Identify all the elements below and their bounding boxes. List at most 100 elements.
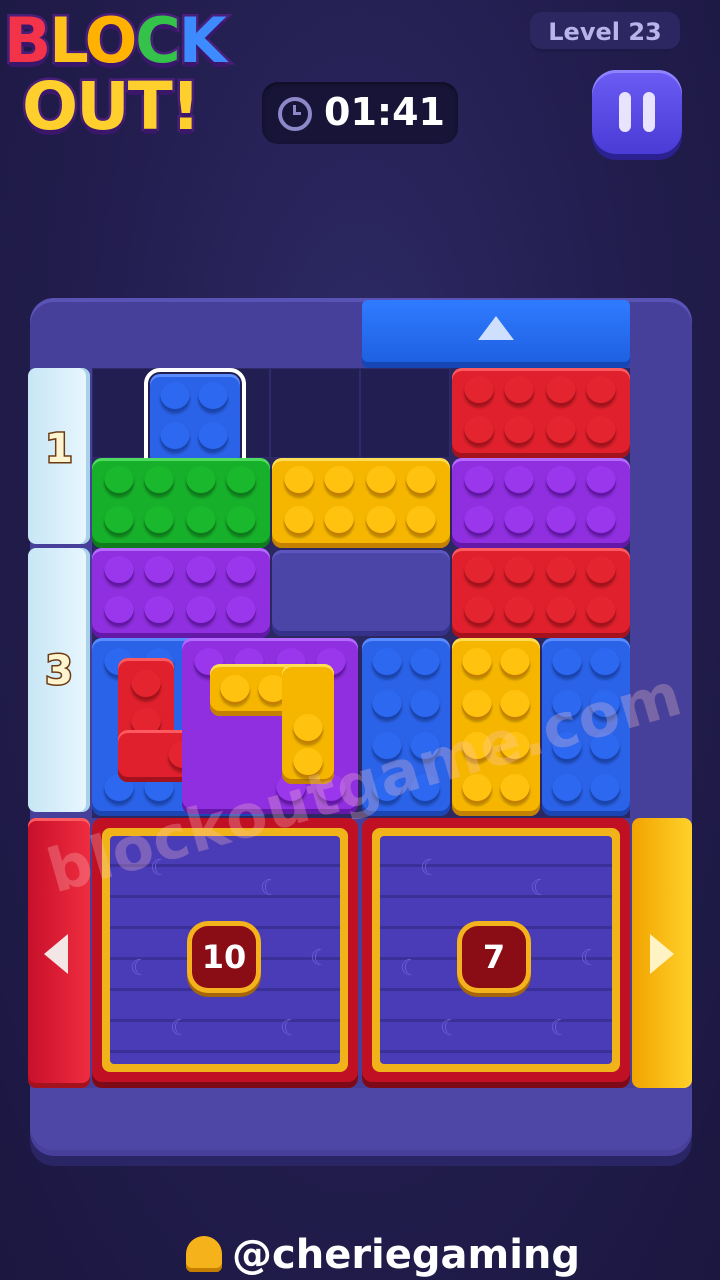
- moon-icon: ☾: [310, 946, 330, 971]
- lego-stud: [131, 670, 161, 700]
- up-arrow-icon: [478, 316, 514, 340]
- lego-stud: [546, 416, 576, 446]
- pause-icon: [619, 92, 631, 132]
- lego-stud: [366, 506, 396, 536]
- countdown-timer: 01:41: [262, 82, 458, 144]
- lego-stud: [284, 466, 314, 496]
- locked-crate[interactable]: ☾ ☾ ☾ ☾ ☾ ☾ 7: [362, 818, 630, 1088]
- lego-stud: [590, 648, 620, 678]
- lego-stud: [104, 556, 134, 586]
- blue-block-1x1[interactable]: [144, 368, 246, 476]
- lego-stud: [406, 506, 436, 536]
- lego-stud: [293, 714, 323, 744]
- lego-stud: [546, 376, 576, 406]
- crate-counter: 7: [462, 926, 526, 988]
- pause-icon-bar: [643, 92, 655, 132]
- lego-stud: [324, 466, 354, 496]
- red-block-2x1[interactable]: [452, 368, 630, 458]
- timer-value: 01:41: [324, 90, 445, 134]
- gate-counter: 1: [44, 425, 75, 474]
- lego-stud: [546, 466, 576, 496]
- right-exit-gate-yellow: [632, 818, 692, 1088]
- red-block-2x1[interactable]: [452, 548, 630, 638]
- moon-icon: ☾: [580, 946, 600, 971]
- lego-stud: [104, 596, 134, 626]
- lego-stud: [186, 556, 216, 586]
- moon-icon: ☾: [420, 856, 440, 881]
- pause-button[interactable]: [592, 70, 682, 154]
- lego-stud: [198, 422, 228, 452]
- lego-stud: [366, 466, 396, 496]
- lego-stud: [372, 648, 402, 678]
- lego-stud: [226, 506, 256, 536]
- level-indicator: Level 23: [530, 12, 680, 52]
- lego-stud: [590, 774, 620, 804]
- lego-stud: [586, 506, 616, 536]
- left-arrow-icon: [44, 934, 68, 974]
- lego-stud: [220, 675, 250, 705]
- lego-stud: [226, 556, 256, 586]
- moon-icon: ☾: [170, 1016, 190, 1041]
- lego-stud: [464, 466, 494, 496]
- clock-icon: [278, 97, 312, 131]
- lego-stud: [410, 690, 440, 720]
- lego-stud: [372, 690, 402, 720]
- empty-cell: [360, 368, 450, 458]
- lego-stud: [546, 506, 576, 536]
- green-block-2x1[interactable]: [92, 458, 270, 548]
- logo-line-1: BLOCK: [1, 2, 229, 80]
- lego-stud: [546, 556, 576, 586]
- lego-stud: [186, 466, 216, 496]
- lego-stud: [226, 596, 256, 626]
- crate-counter: 10: [192, 926, 256, 988]
- lego-stud: [504, 376, 534, 406]
- lego-stud: [104, 506, 134, 536]
- board-bottom-rail: [30, 1088, 692, 1150]
- lego-stud: [144, 556, 174, 586]
- logo-letter: B: [1, 2, 53, 80]
- purple-block-2x1[interactable]: [452, 458, 630, 548]
- yellow-block-2x1[interactable]: [272, 458, 450, 548]
- lego-stud: [586, 556, 616, 586]
- lego-stud: [410, 648, 440, 678]
- moon-icon: ☾: [260, 876, 280, 901]
- fixed-obstacle-block: [272, 550, 450, 636]
- purple-block-2x1[interactable]: [92, 548, 270, 638]
- logo-letter: C: [133, 2, 183, 80]
- lego-stud: [464, 416, 494, 446]
- lego-stud: [284, 506, 314, 536]
- lego-stud: [464, 556, 494, 586]
- game-logo: BLOCK OUT!: [0, 0, 270, 160]
- gate-counter: 3: [44, 647, 75, 696]
- lego-stud: [160, 382, 190, 412]
- lego-stud: [504, 416, 534, 446]
- logo-letter: !: [168, 66, 203, 148]
- lego-stud: [504, 506, 534, 536]
- lego-stud: [504, 466, 534, 496]
- lego-stud: [226, 466, 256, 496]
- left-ice-gate: 3: [28, 548, 90, 812]
- top-exit-gate-blue: [362, 300, 630, 368]
- lego-stud: [546, 596, 576, 626]
- lego-stud: [186, 596, 216, 626]
- lego-stud: [144, 596, 174, 626]
- lego-stud: [324, 506, 354, 536]
- logo-line-2: OUT!: [19, 66, 203, 148]
- moon-icon: ☾: [530, 876, 550, 901]
- credit-handle: @cheriegaming: [232, 1232, 581, 1278]
- lego-stud: [552, 648, 582, 678]
- lego-stud: [160, 422, 190, 452]
- lego-stud: [586, 596, 616, 626]
- lego-stud: [500, 648, 530, 678]
- lego-stud: [586, 466, 616, 496]
- left-ice-gate: 1: [28, 368, 90, 544]
- lego-stud: [464, 596, 494, 626]
- logo-letter: O: [82, 2, 140, 80]
- bell-icon: [186, 1236, 222, 1272]
- lego-stud: [462, 648, 492, 678]
- lego-stud: [186, 506, 216, 536]
- right-arrow-icon: [650, 934, 674, 974]
- lego-stud: [504, 596, 534, 626]
- logo-letter: L: [47, 2, 89, 80]
- logo-letter: K: [176, 2, 229, 80]
